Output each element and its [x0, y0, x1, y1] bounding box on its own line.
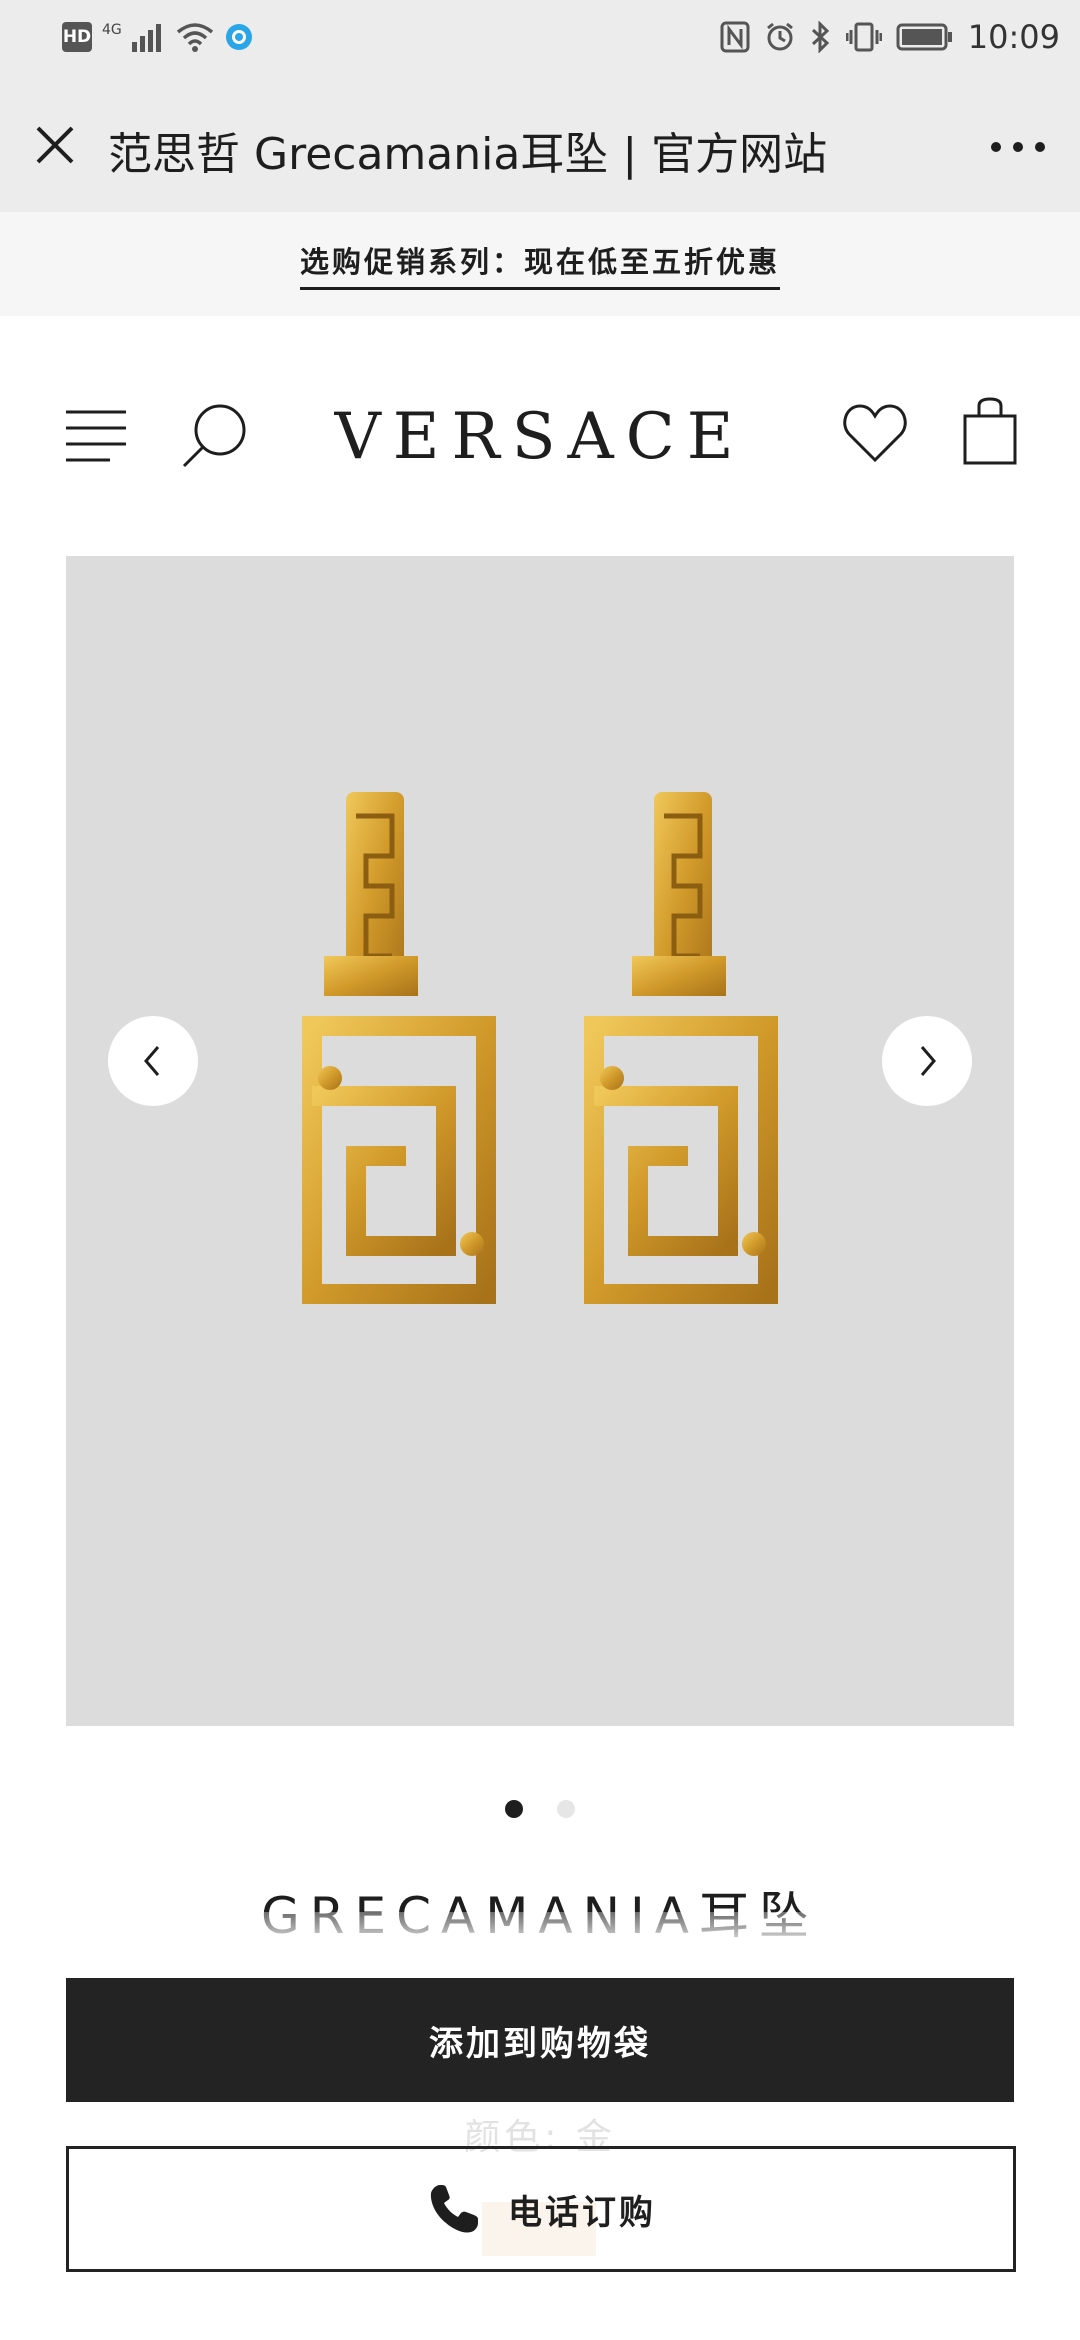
network-type: 4G — [102, 22, 122, 38]
close-icon[interactable] — [30, 120, 80, 170]
heart-icon[interactable] — [842, 402, 908, 464]
brand-logo[interactable]: VERSACE — [290, 400, 790, 474]
pagination-dot-2[interactable] — [557, 1800, 575, 1818]
gallery-prev-button[interactable] — [108, 1016, 198, 1106]
hd-badge: HD — [62, 22, 92, 52]
search-icon[interactable] — [180, 400, 250, 470]
add-to-bag-button[interactable]: 添加到购物袋 — [66, 1978, 1014, 2102]
nfc-icon — [720, 21, 750, 53]
vibrate-icon — [845, 22, 882, 52]
product-title-wrap: GRECAMANIA耳坠 — [0, 1876, 1080, 1952]
pagination-dot-1[interactable] — [505, 1800, 523, 1818]
site-header: VERSACE — [0, 316, 1080, 556]
phone-icon — [430, 2185, 478, 2233]
promo-banner: 选购促销系列：现在低至五折优惠 — [0, 212, 1080, 316]
gallery-next-button[interactable] — [882, 1016, 972, 1106]
gallery-pagination — [0, 1800, 1080, 1818]
battery-icon — [896, 23, 952, 51]
alarm-icon — [766, 22, 793, 51]
page-title: 范思哲 Grecamania耳坠 | 官方网站 — [108, 129, 828, 180]
earring-right — [584, 792, 778, 1304]
clock: 10:09 — [967, 18, 1060, 56]
promo-link[interactable]: 选购促销系列：现在低至五折优惠 — [299, 239, 780, 290]
menu-icon[interactable] — [64, 406, 128, 466]
webview-header: 范思哲 Grecamania耳坠 | 官方网站 — [0, 80, 1080, 212]
title-fade-overlay — [0, 1912, 1080, 1952]
status-right: 10:09 — [720, 18, 1060, 56]
shopping-bag-icon[interactable] — [962, 396, 1018, 466]
phone-order-label: 电话订购 — [508, 2192, 656, 2233]
chevron-left-icon — [144, 1046, 160, 1076]
product-gallery[interactable] — [66, 556, 1014, 1726]
signal-icon — [131, 24, 161, 52]
phone-order-button[interactable]: 电话订购 — [66, 2146, 1016, 2272]
bluetooth-icon — [811, 21, 829, 53]
wifi-icon — [176, 23, 213, 52]
browser-app-icon — [225, 24, 252, 50]
product-image — [302, 792, 778, 1304]
earring-left — [302, 792, 496, 1304]
status-bar: HD 4G 10:09 — [0, 0, 1080, 80]
status-left: HD 4G — [62, 22, 254, 52]
chevron-right-icon — [920, 1046, 936, 1076]
more-dots-icon[interactable] — [988, 132, 1048, 162]
